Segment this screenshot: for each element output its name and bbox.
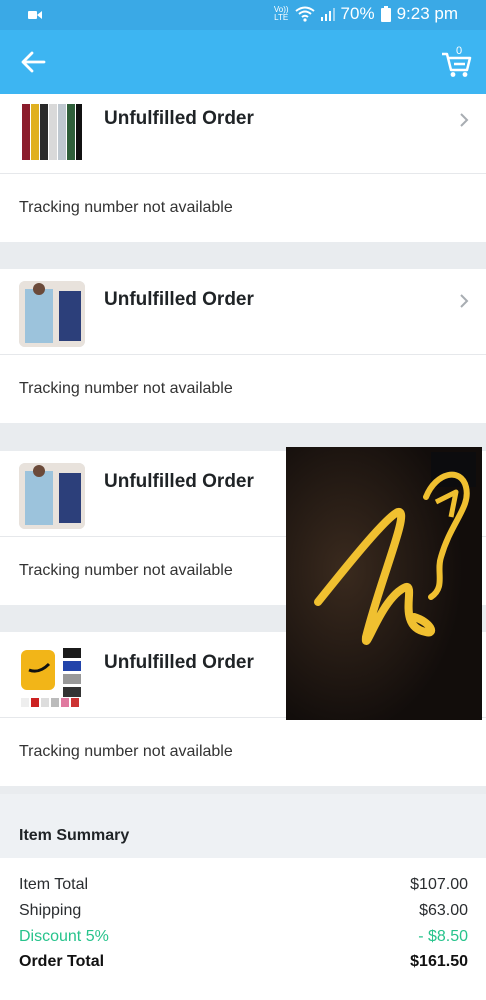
order-card: Unfulfilled Order Tracking number not av… (0, 269, 486, 423)
item-summary: Item Total $107.00 Shipping $63.00 Disco… (0, 858, 486, 1000)
order-status: Unfulfilled Order (104, 108, 254, 129)
battery-icon (380, 6, 391, 22)
product-thumbnail (19, 100, 85, 166)
shipping-value: $63.00 (419, 902, 468, 919)
battery-percent: 70% (340, 4, 375, 23)
item-summary-header: Item Summary (0, 794, 486, 858)
shipping-label: Shipping (19, 902, 82, 919)
product-thumbnail (19, 463, 85, 529)
app-bar: 0 (0, 30, 486, 94)
signature-scribble (286, 447, 482, 720)
back-arrow-icon[interactable] (20, 49, 46, 75)
product-thumbnail (19, 644, 85, 710)
cart-count: 0 (456, 45, 462, 57)
chevron-right-icon (460, 294, 469, 308)
clock: 9:23 pm (396, 4, 458, 23)
status-bar: Vo)) LTE 70% 9:23 pm (0, 0, 486, 30)
signal-icon (320, 8, 335, 21)
order-header[interactable]: Unfulfilled Order (0, 94, 486, 174)
video-camera-icon (28, 11, 42, 19)
chevron-right-icon (460, 113, 469, 127)
tracking-info: Tracking number not available (19, 743, 233, 760)
signature-photo-overlay (286, 447, 482, 720)
order-total-value: $161.50 (410, 953, 468, 970)
order-total-row: Order Total $161.50 (19, 953, 468, 971)
order-status: Unfulfilled Order (104, 289, 254, 310)
wifi-icon (294, 6, 315, 22)
tracking-info: Tracking number not available (19, 380, 233, 397)
order-total-label: Order Total (19, 953, 105, 970)
product-thumbnail (19, 281, 85, 347)
tracking-info: Tracking number not available (19, 199, 233, 216)
item-total-label: Item Total (19, 876, 89, 893)
cart-icon[interactable]: 0 (440, 44, 472, 78)
order-card: Unfulfilled Order Tracking number not av… (0, 94, 486, 242)
volte-indicator: Vo)) LTE (273, 5, 289, 22)
order-status: Unfulfilled Order (104, 471, 254, 492)
item-summary-title: Item Summary (19, 827, 130, 844)
order-header[interactable]: Unfulfilled Order (0, 269, 486, 355)
discount-label: Discount 5% (19, 928, 109, 945)
item-total-value: $107.00 (410, 876, 468, 893)
discount-row: Discount 5% - $8.50 (19, 928, 468, 946)
item-total-row: Item Total $107.00 (19, 876, 468, 894)
shipping-row: Shipping $63.00 (19, 902, 468, 920)
discount-value: - $8.50 (418, 928, 468, 945)
order-status: Unfulfilled Order (104, 652, 254, 673)
